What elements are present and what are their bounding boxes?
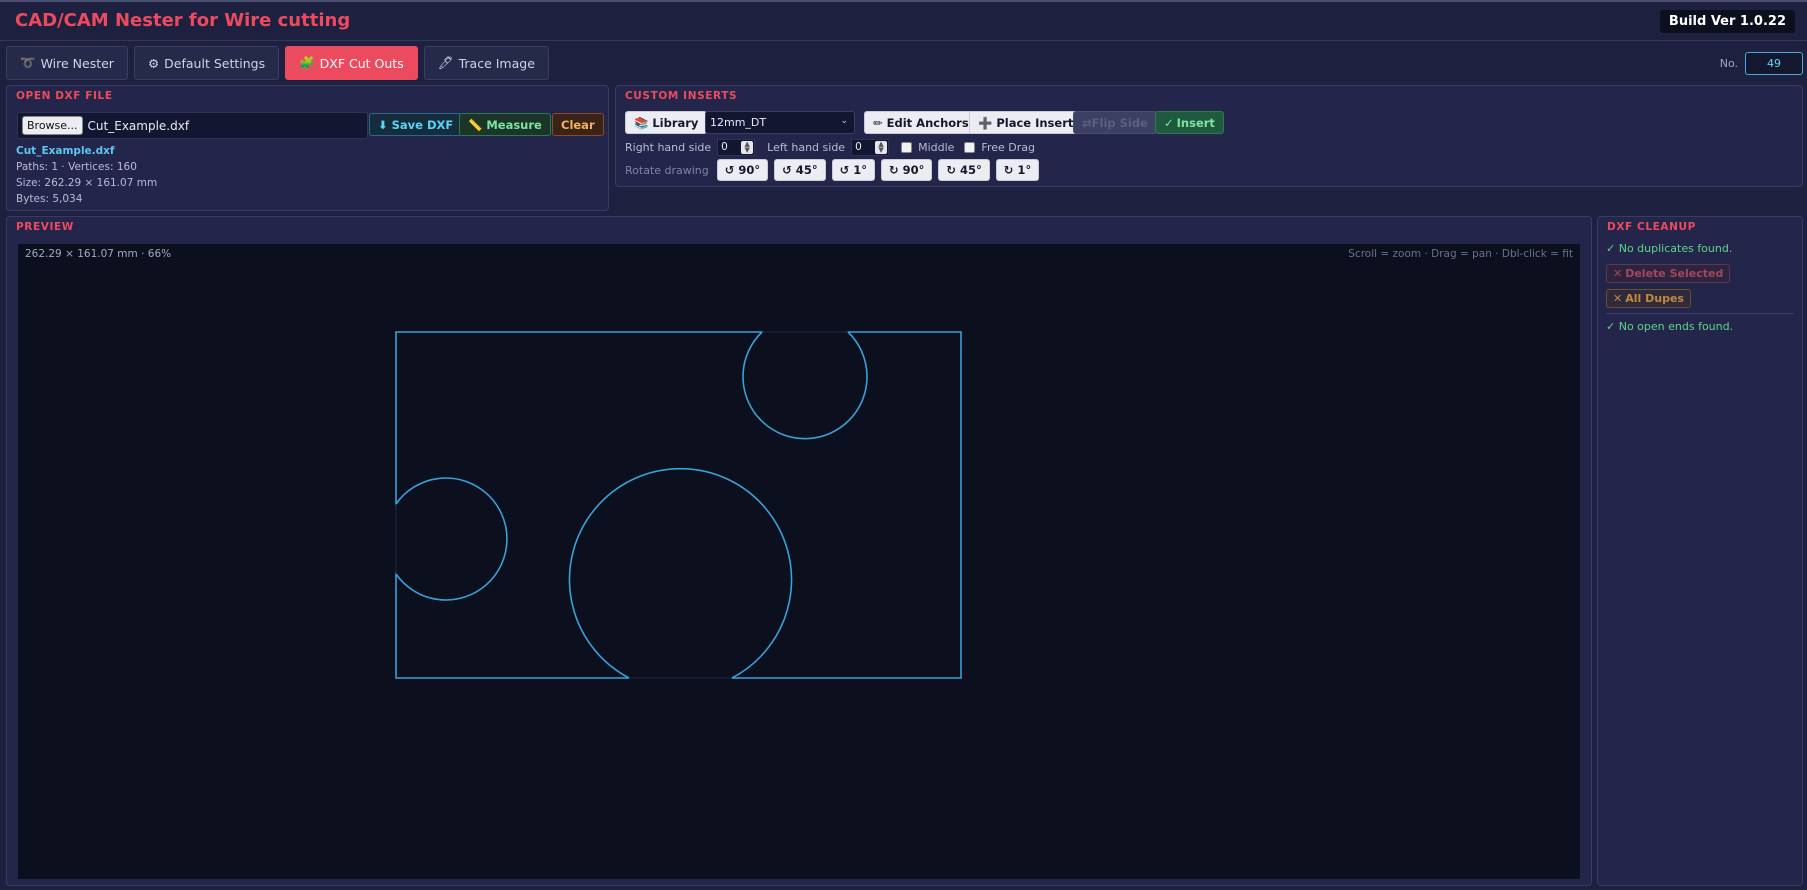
panel-title: CUSTOM INSERTS	[625, 90, 738, 102]
spinner-icon[interactable]: ▲ ▼	[741, 140, 754, 154]
cut-outline-path	[395, 331, 962, 679]
side-options-row: Right hand side 0 ▲ ▼ Left hand side 0 ▲ ▼…	[625, 138, 1035, 156]
plus-icon: ➕	[978, 115, 993, 130]
flip-side-button[interactable]: ⇄ Flip Side	[1073, 111, 1157, 134]
number-label: No.	[1719, 57, 1738, 70]
build-version-badge: Build Ver 1.0.22	[1659, 10, 1795, 33]
no-open-ends-message: ✓ No open ends found.	[1606, 320, 1734, 333]
tab-label: Default Settings	[164, 55, 266, 71]
tab-wire-nester[interactable]: ➰ Wire Nester	[6, 46, 128, 80]
rotate-row: Rotate drawing ↺ 90° ↺ 45° ↺ 1° ↻ 90° ↻ …	[625, 159, 1040, 181]
rotate-cw-90-button[interactable]: ↻ 90°	[880, 159, 933, 181]
pencil-icon: ✏	[873, 115, 883, 130]
file-info-size: Size: 262.29 × 161.07 mm	[16, 177, 158, 189]
button-label: Flip Side	[1091, 115, 1148, 130]
button-label: All Dupes	[1625, 292, 1684, 305]
no-duplicates-message: ✓ No duplicates found.	[1606, 242, 1733, 255]
custom-inserts-panel: CUSTOM INSERTS 📚 Library 12mm_DT ⌄ ✏ Edi…	[615, 85, 1803, 187]
browse-button[interactable]: Browse...	[22, 116, 83, 135]
tab-dxf-cut-outs[interactable]: 🧩 DXF Cut Outs	[285, 46, 418, 80]
input-value: 0	[721, 141, 728, 153]
ruler-icon: 📏	[468, 117, 483, 132]
button-label: Edit Anchors	[886, 115, 969, 130]
place-insert-button[interactable]: ➕ Place Insert	[969, 111, 1083, 134]
right-hand-input[interactable]: 0 ▲ ▼	[717, 138, 756, 156]
middle-label: Middle	[918, 140, 955, 154]
canvas-dimensions-readout: 262.29 × 161.07 mm · 66%	[25, 248, 172, 260]
number-field-group: No.	[1720, 52, 1803, 75]
file-info: Cut_Example.dxf Paths: 1 · Vertices: 160…	[16, 143, 157, 207]
pen-icon: 🖊	[437, 55, 454, 70]
rotate-ccw-90-button[interactable]: ↺ 90°	[716, 159, 769, 181]
books-icon: 📚	[634, 115, 649, 130]
rotate-cw-1-button[interactable]: ↻ 1°	[995, 159, 1040, 181]
button-label: Measure	[486, 117, 542, 132]
button-label: Library	[652, 115, 699, 130]
swap-icon: ⇄	[1082, 115, 1092, 130]
panel-title: DXF CLEANUP	[1607, 221, 1696, 233]
insert-button[interactable]: ✓ Insert	[1155, 111, 1224, 134]
delete-selected-button[interactable]: ✕ Delete Selected	[1606, 264, 1731, 283]
input-value: 0	[855, 141, 862, 153]
edit-anchors-button[interactable]: ✏ Edit Anchors	[864, 111, 978, 134]
panel-title: PREVIEW	[16, 221, 74, 233]
close-icon: ✕	[1613, 267, 1623, 280]
divider	[1606, 313, 1794, 314]
file-input[interactable]: Browse... Cut_Example.dxf	[17, 112, 368, 139]
chevron-down-icon: ⌄	[840, 116, 848, 126]
library-button[interactable]: 📚 Library	[625, 111, 708, 134]
save-dxf-button[interactable]: ⬇ Save DXF	[369, 113, 463, 136]
dxf-cleanup-panel: DXF CLEANUP ✓ No duplicates found. ✕ Del…	[1597, 216, 1803, 886]
panel-title: OPEN DXF FILE	[16, 90, 113, 102]
rotate-ccw-45-button[interactable]: ↺ 45°	[774, 159, 826, 181]
preview-panel: PREVIEW 262.29 × 161.07 mm · 66% Scroll …	[6, 216, 1592, 886]
tab-label: DXF Cut Outs	[319, 55, 404, 71]
file-info-name: Cut_Example.dxf	[16, 145, 115, 157]
measure-button[interactable]: 📏 Measure	[459, 113, 551, 136]
file-info-paths: Paths: 1 · Vertices: 160	[16, 161, 137, 173]
loop-icon: ➰	[20, 55, 36, 70]
all-dupes-button[interactable]: ✕ All Dupes	[1606, 289, 1691, 308]
file-info-bytes: Bytes: 5,034	[16, 193, 83, 205]
download-icon: ⬇	[378, 117, 388, 132]
insert-select[interactable]: 12mm_DT ⌄	[705, 111, 855, 134]
tab-label: Trace Image	[458, 55, 535, 71]
main-tabs: ➰ Wire Nester ⚙ Default Settings 🧩 DXF C…	[6, 46, 549, 80]
close-icon: ✕	[1613, 292, 1623, 305]
free-drag-checkbox[interactable]	[964, 141, 976, 153]
number-input[interactable]	[1745, 52, 1803, 75]
button-label: Insert	[1176, 115, 1215, 130]
free-drag-label: Free Drag	[981, 140, 1035, 154]
top-bar: CAD/CAM Nester for Wire cutting Build Ve…	[0, 0, 1807, 41]
right-hand-label: Right hand side	[625, 140, 712, 154]
button-label: Save DXF	[391, 117, 454, 132]
left-hand-label: Left hand side	[767, 140, 846, 154]
button-label: Delete Selected	[1625, 267, 1724, 280]
tab-default-settings[interactable]: ⚙ Default Settings	[133, 46, 280, 80]
rotate-ccw-1-button[interactable]: ↺ 1°	[831, 159, 875, 181]
rotate-cw-45-button[interactable]: ↻ 45°	[938, 159, 990, 181]
gear-icon: ⚙	[147, 55, 160, 71]
clear-button[interactable]: Clear	[552, 113, 604, 136]
puzzle-icon: 🧩	[299, 55, 315, 70]
select-value: 12mm_DT	[710, 116, 767, 129]
check-icon: ✓	[1164, 115, 1174, 130]
selected-file-name: Cut_Example.dxf	[87, 118, 190, 133]
middle-checkbox[interactable]	[901, 141, 913, 153]
app-title: CAD/CAM Nester for Wire cutting	[15, 10, 351, 31]
rotate-label: Rotate drawing	[625, 163, 709, 177]
tab-label: Wire Nester	[40, 55, 114, 71]
preview-canvas[interactable]: 262.29 × 161.07 mm · 66% Scroll = zoom ·…	[17, 243, 1581, 880]
button-label: Place Insert	[996, 115, 1074, 130]
left-hand-input[interactable]: 0 ▲ ▼	[851, 138, 890, 156]
open-dxf-panel: OPEN DXF FILE Browse... Cut_Example.dxf …	[6, 85, 609, 211]
spinner-icon[interactable]: ▲ ▼	[875, 140, 888, 154]
canvas-controls-hint: Scroll = zoom · Drag = pan · Dbl-click =…	[1348, 248, 1573, 260]
tab-trace-image[interactable]: 🖊 Trace Image	[423, 46, 549, 80]
drawing-svg	[395, 331, 962, 679]
